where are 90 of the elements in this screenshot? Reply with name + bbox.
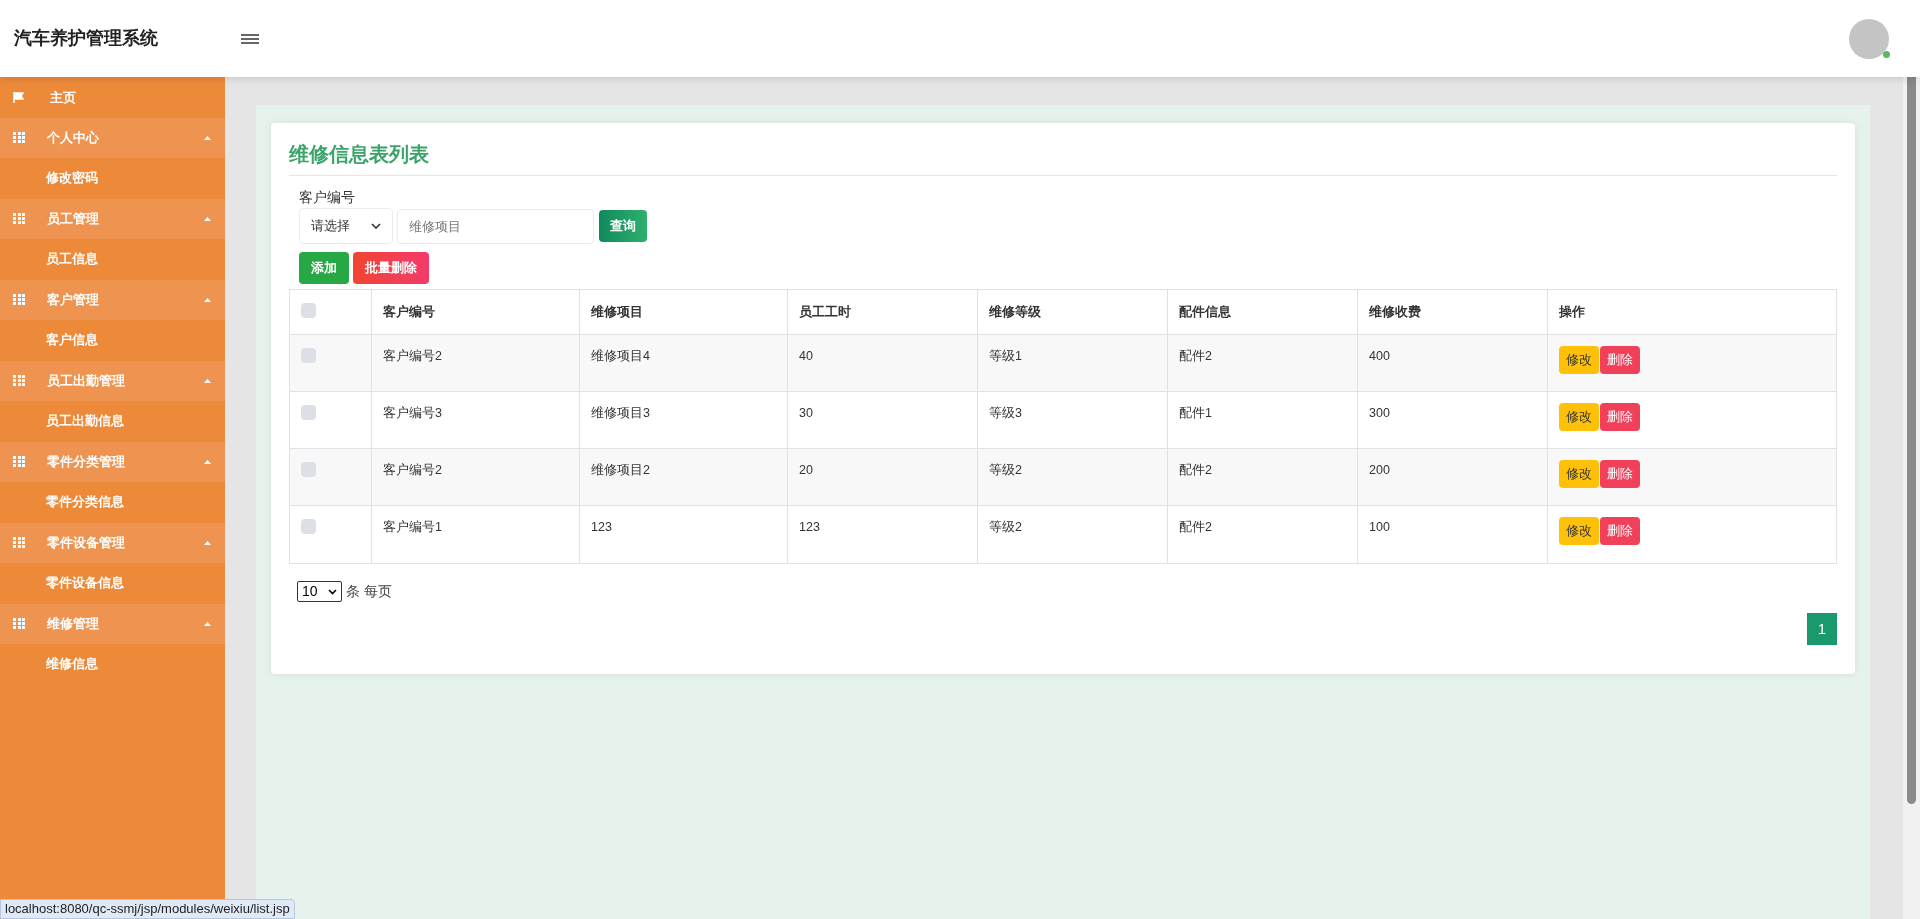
table-cell: 300 (1369, 406, 1390, 420)
app-title: 汽车养护管理系统 (14, 28, 158, 48)
table-cell: 123 (799, 520, 820, 534)
table-cell: 客户编号1 (383, 520, 442, 534)
grid-icon (13, 618, 26, 630)
filter-label: 客户编号 (299, 188, 356, 206)
caret-icon (204, 297, 211, 302)
delete-button[interactable]: 删除 (1600, 346, 1640, 374)
add-button[interactable]: 添加 (299, 252, 349, 284)
delete-button[interactable]: 删除 (1600, 403, 1640, 431)
avatar[interactable] (1849, 18, 1889, 59)
sidebar-item[interactable]: 主页 (0, 77, 225, 118)
caret-icon (204, 621, 211, 626)
delete-button[interactable]: 删除 (1600, 460, 1640, 488)
chevron-down-icon (328, 588, 337, 595)
column-header: 维修等级 (989, 303, 1041, 321)
grid-icon (13, 375, 26, 387)
edit-button[interactable]: 修改 (1559, 403, 1599, 431)
flag-icon (13, 91, 24, 103)
table-cell: 配件2 (1179, 463, 1212, 477)
table-cell: 维修项目3 (591, 406, 650, 420)
checkbox[interactable] (301, 405, 316, 420)
checkbox[interactable] (301, 303, 316, 318)
table-cell: 维修项目2 (591, 463, 650, 477)
table-cell: 400 (1369, 349, 1390, 363)
status-url: localhost:8080/qc-ssmj/jsp/modules/weixiu/list.jsp (0, 899, 295, 919)
edit-button[interactable]: 修改 (1559, 346, 1599, 374)
caret-icon (204, 216, 211, 221)
sidebar-subitem[interactable]: 客户信息 (0, 320, 225, 361)
sidebar-group[interactable]: 零件分类管理 (0, 441, 225, 482)
chevron-down-icon (371, 223, 381, 229)
column-header: 客户编号 (383, 303, 435, 321)
table-cell: 30 (799, 406, 813, 420)
grid-icon (13, 537, 26, 549)
page-button[interactable]: 1 (1807, 613, 1837, 645)
checkbox[interactable] (301, 348, 316, 363)
delete-button[interactable]: 删除 (1600, 517, 1640, 545)
caret-icon (204, 135, 211, 140)
batch-delete-button[interactable]: 批量删除 (353, 252, 429, 284)
checkbox[interactable] (301, 462, 316, 477)
sidebar-subitem[interactable]: 员工出勤信息 (0, 401, 225, 442)
table-cell: 维修项目4 (591, 349, 650, 363)
sidebar-group[interactable]: 零件设备管理 (0, 522, 225, 563)
table-cell: 40 (799, 349, 813, 363)
page-size-label: 条 每页 (346, 582, 392, 601)
table-cell: 配件2 (1179, 349, 1212, 363)
sidebar-subitem[interactable]: 维修信息 (0, 644, 225, 685)
table-cell: 客户编号2 (383, 349, 442, 363)
page-size-select[interactable]: 10 (297, 581, 342, 602)
sidebar-subitem[interactable]: 员工信息 (0, 239, 225, 280)
sidebar-group[interactable]: 维修管理 (0, 603, 225, 644)
grid-icon (13, 132, 26, 144)
table-cell: 123 (591, 520, 612, 534)
column-header: 员工工时 (799, 303, 851, 321)
table-cell: 等级3 (989, 406, 1022, 420)
column-header: 配件信息 (1179, 303, 1231, 321)
edit-button[interactable]: 修改 (1559, 460, 1599, 488)
search-field[interactable]: 维修项目 (397, 208, 594, 244)
table-cell: 100 (1369, 520, 1390, 534)
edit-button[interactable]: 修改 (1559, 517, 1599, 545)
table-cell: 200 (1369, 463, 1390, 477)
grid-icon (13, 213, 26, 225)
table-cell: 等级1 (989, 349, 1022, 363)
sidebar-subitem[interactable]: 零件分类信息 (0, 482, 225, 523)
sidebar-group[interactable]: 客户管理 (0, 279, 225, 320)
table-cell: 等级2 (989, 463, 1022, 477)
table-cell: 客户编号3 (383, 406, 442, 420)
table-cell: 客户编号2 (383, 463, 442, 477)
caret-icon (204, 378, 211, 383)
caret-icon (204, 540, 211, 545)
page-title: 维修信息表列表 (289, 142, 430, 167)
grid-icon (13, 456, 26, 468)
table-cell: 20 (799, 463, 813, 477)
column-header: 维修项目 (591, 303, 643, 321)
sidebar-subitem[interactable]: 零件设备信息 (0, 563, 225, 604)
grid-icon (13, 294, 26, 306)
query-button[interactable]: 查询 (599, 210, 647, 242)
customer-select[interactable]: 请选择 (299, 208, 393, 244)
table-cell: 配件1 (1179, 406, 1212, 420)
table-cell: 配件2 (1179, 520, 1212, 534)
sidebar-group[interactable]: 员工出勤管理 (0, 360, 225, 401)
sidebar-group[interactable]: 个人中心 (0, 117, 225, 158)
table-cell: 等级2 (989, 520, 1022, 534)
sidebar-subitem[interactable]: 修改密码 (0, 158, 225, 199)
sidebar-group[interactable]: 员工管理 (0, 198, 225, 239)
caret-icon (204, 459, 211, 464)
checkbox[interactable] (301, 519, 316, 534)
column-header: 操作 (1559, 303, 1585, 321)
column-header: 维修收费 (1369, 303, 1421, 321)
menu-icon[interactable] (241, 31, 259, 46)
